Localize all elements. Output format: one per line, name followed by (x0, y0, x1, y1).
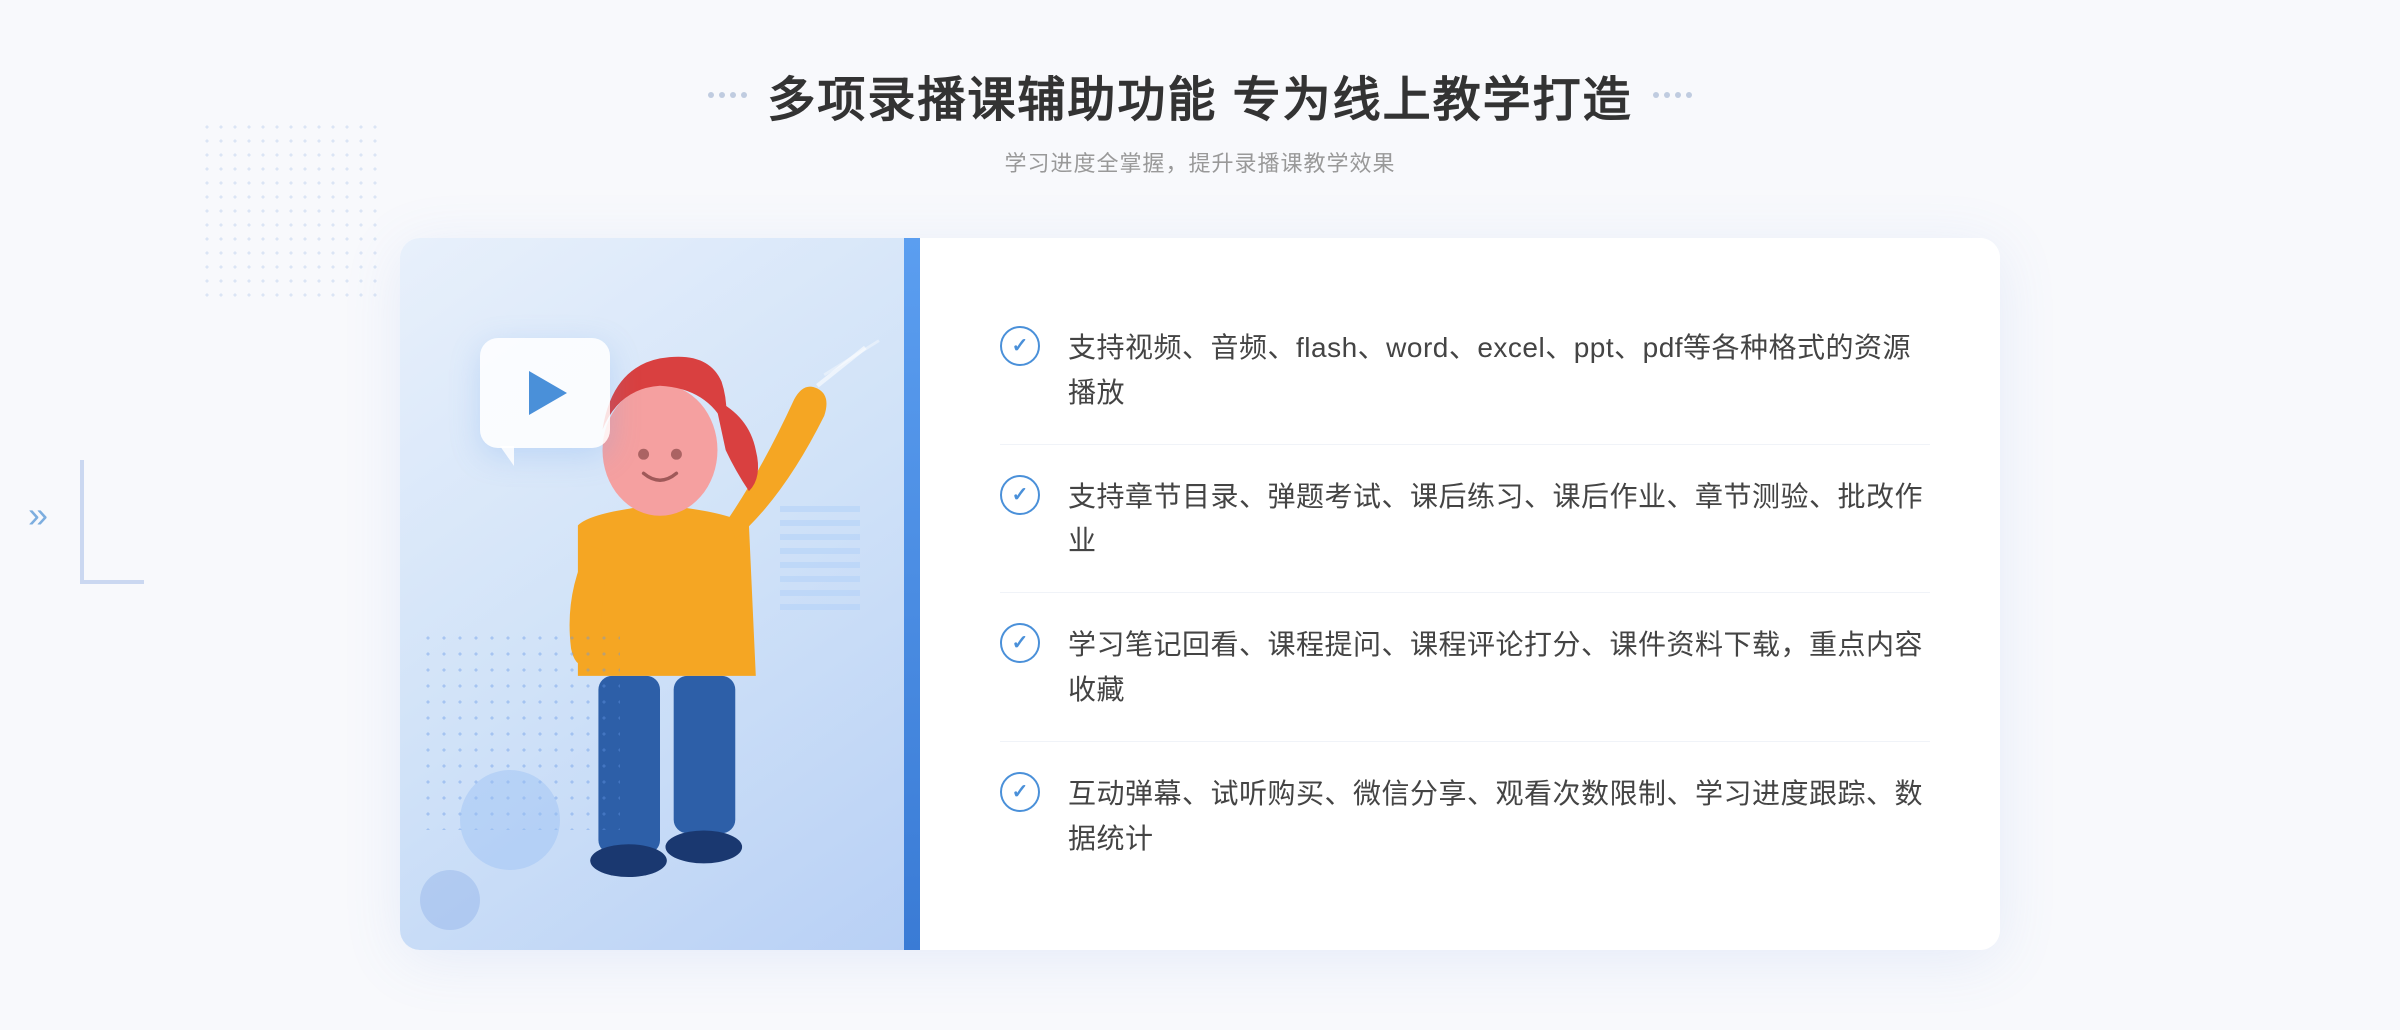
check-icon-2: ✓ (1000, 475, 1040, 515)
checkmark-1: ✓ (1012, 336, 1029, 356)
feature-text-1: 支持视频、音频、flash、word、excel、ppt、pdf等各种格式的资源… (1068, 326, 1930, 416)
illustration-panel (400, 238, 920, 950)
deco-circle-large (460, 770, 560, 870)
feature-item-1: ✓ 支持视频、音频、flash、word、excel、ppt、pdf等各种格式的… (1000, 298, 1930, 445)
checkmark-3: ✓ (1012, 633, 1029, 653)
feature-text-2: 支持章节目录、弹题考试、课后练习、课后作业、章节测验、批改作业 (1068, 475, 1930, 565)
feature-item-2: ✓ 支持章节目录、弹题考试、课后练习、课后作业、章节测验、批改作业 (1000, 447, 1930, 594)
page-subtitle: 学习进度全掌握，提升录播课教学效果 (708, 146, 1691, 178)
play-icon (529, 371, 567, 415)
header-section: 多项录播课辅助功能 专为线上教学打造 学习进度全掌握，提升录播课教学效果 (708, 60, 1691, 178)
check-icon-1: ✓ (1000, 326, 1040, 366)
feature-text-4: 互动弹幕、试听购买、微信分享、观看次数限制、学习进度跟踪、数据统计 (1068, 772, 1930, 862)
left-decorator (708, 92, 747, 98)
deco-circle-small (420, 870, 480, 930)
blue-accent-bar (904, 238, 920, 950)
left-arrow-decoration: » (28, 494, 48, 536)
feature-text-3: 学习笔记回看、课程提问、课程评论打分、课件资料下载，重点内容收藏 (1068, 623, 1930, 713)
page-title: 多项录播课辅助功能 专为线上教学打造 (767, 60, 1632, 130)
checkmark-2: ✓ (1012, 485, 1029, 505)
stripes-decoration (780, 498, 860, 618)
check-icon-4: ✓ (1000, 772, 1040, 812)
page-container: 多项录播课辅助功能 专为线上教学打造 学习进度全掌握，提升录播课教学效果 (0, 0, 2400, 1030)
content-area: ✓ 支持视频、音频、flash、word、excel、ppt、pdf等各种格式的… (400, 238, 2000, 950)
title-row: 多项录播课辅助功能 专为线上教学打造 (708, 60, 1691, 130)
check-icon-3: ✓ (1000, 623, 1040, 663)
checkmark-4: ✓ (1012, 782, 1029, 802)
feature-item-4: ✓ 互动弹幕、试听购买、微信分享、观看次数限制、学习进度跟踪、数据统计 (1000, 744, 1930, 890)
right-decorator (1653, 92, 1692, 98)
feature-item-3: ✓ 学习笔记回看、课程提问、课程评论打分、课件资料下载，重点内容收藏 (1000, 595, 1930, 742)
play-bubble (480, 338, 610, 448)
features-panel: ✓ 支持视频、音频、flash、word、excel、ppt、pdf等各种格式的… (920, 238, 2000, 950)
